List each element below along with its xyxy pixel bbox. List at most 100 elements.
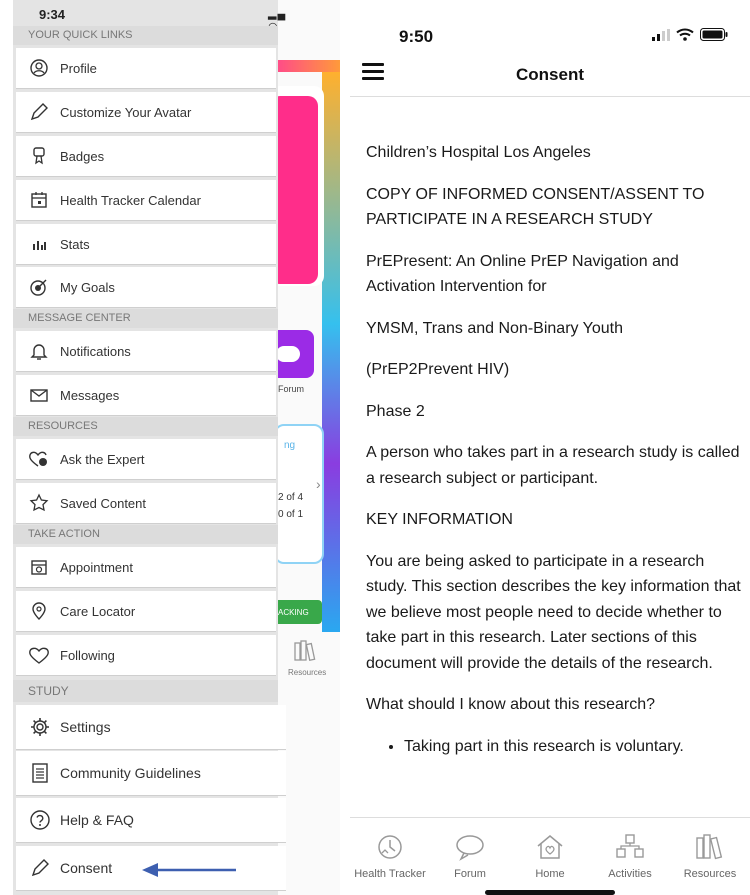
calendar-icon [28,189,50,211]
drawer-item-label: Community Guidelines [60,765,201,781]
drawer-item-label: Care Locator [60,603,136,619]
location-pin-icon [28,600,50,622]
drawer-item-label: Help & FAQ [60,812,134,828]
drawer-item-label: Badges [60,148,105,164]
drawer-item-messages[interactable]: Messages [16,375,276,415]
right-phone-screen: 9:50 Consent Children’s Hospital Los Ang… [350,0,750,895]
drawer-item-label: Ask the Expert [60,451,145,467]
books-icon[interactable] [294,640,318,667]
drawer-item-stats[interactable]: Stats [16,224,276,264]
status-time: 9:50 [399,27,434,46]
consent-document: Children’s Hospital Los Angeles COPY OF … [366,140,742,759]
profile-icon [28,57,50,79]
drawer-item-customize-avatar[interactable]: Customize Your Avatar [16,92,276,132]
section-header-message-center: MESSAGE CENTER [13,309,278,328]
battery-icon [700,28,728,41]
drawer-item-appointment[interactable]: Appointment [16,547,276,587]
drawer-item-settings[interactable]: Settings [16,705,286,749]
resources-peek-label: Resources [288,668,327,677]
drawer-item-care-locator[interactable]: Care Locator [16,591,276,631]
drawer-item-help-faq[interactable]: Help & FAQ [16,798,286,842]
drawer-item-health-tracker-calendar[interactable]: Health Tracker Calendar [16,180,276,220]
document-icon [28,761,52,785]
tab-health-tracker[interactable]: Health Tracker [350,832,430,880]
drawer-item-label: My Goals [60,279,115,295]
paragraph: Phase 2 [366,402,425,420]
drawer-item-label: Following [60,647,115,663]
drawer-item-notifications[interactable]: Notifications [16,331,276,371]
drawer-item-label: Settings [60,719,111,735]
bullet-list: Taking part in this research is voluntar… [404,734,742,760]
tab-activities[interactable]: Activities [590,832,670,880]
pink-card[interactable] [276,96,318,284]
arrow-left-icon [142,863,236,877]
left-phone-screen: Forum ng › 2 of 4 0 of 1 ACKING Resource… [0,0,340,895]
color-edge-strip [322,72,340,632]
wifi-icon [676,28,694,41]
drawer-item-label: Stats [60,236,90,252]
tab-resources[interactable]: Resources [670,832,750,880]
paragraph: Children’s Hospital Los Angeles [366,144,591,161]
status-time: 9:34 [39,7,66,22]
section-header-quick-links: YOUR QUICK LINKS [13,26,278,45]
list-item: Taking part in this research is voluntar… [404,734,742,760]
paragraph: PrEPresent: An Online PrEP Navigation an… [366,252,679,296]
gradient-strip [276,60,340,72]
drawer-item-following[interactable]: Following [16,635,276,675]
drawer-item-label: Notifications [60,343,131,359]
drawer-item-label: Saved Content [60,495,147,511]
pencil-icon [28,101,50,123]
status-icons [652,28,728,41]
tab-label: Health Tracker [354,868,426,880]
star-icon [28,492,50,514]
drawer-item-saved-content[interactable]: Saved Content [16,483,276,523]
drawer-item-label: Messages [60,387,120,403]
speech-bubble-icon [430,832,510,862]
drawer-item-label: Appointment [60,559,133,575]
paragraph: YMSM, Trans and Non-Binary Youth [366,319,624,337]
peek-fragment: ng [284,440,296,451]
heart-icon [28,644,50,666]
signal-icon: ▂▄ [268,8,287,20]
tab-label: Resources [683,868,737,880]
section-header-study: STUDY [13,680,278,702]
drawer-item-my-goals[interactable]: My Goals [16,267,276,307]
forum-tile[interactable] [276,330,314,378]
progress-text-1: 2 of 4 [278,492,304,503]
home-icon [510,832,590,862]
chevron-right-icon[interactable]: › [316,476,321,492]
tab-label: Activities [608,868,652,880]
bottom-tab-bar: Health Tracker Forum Home Activities Res… [350,817,750,895]
stats-icon [28,233,50,255]
paragraph: KEY INFORMATION [366,511,513,528]
question-icon [28,808,52,832]
tab-home[interactable]: Home [510,832,590,880]
pencil-icon [28,856,52,880]
target-icon [28,276,50,298]
drawer-item-label: Health Tracker Calendar [60,192,201,208]
home-indicator [485,890,615,895]
health-tracker-icon [350,832,430,862]
gear-icon [28,715,52,739]
paragraph: You are being asked to participate in a … [366,552,741,672]
paragraph: (PrEP2Prevent HIV) [366,361,510,378]
navigation-drawer: 9:34 ▂▄ ◠ ▭ YOUR QUICK LINKS Profile Cus… [13,0,286,895]
drawer-item-community-guidelines[interactable]: Community Guidelines [16,751,286,795]
envelope-icon [28,384,50,406]
drawer-item-profile[interactable]: Profile [16,48,276,88]
tracking-button[interactable]: ACKING [276,600,322,624]
navigation-bar: Consent [350,55,750,97]
section-header-resources: RESOURCES [13,417,278,436]
drawer-item-badges[interactable]: Badges [16,136,276,176]
tracking-label: ACKING [278,608,309,617]
drawer-item-ask-the-expert[interactable]: Ask the Expert [16,439,276,479]
tab-forum[interactable]: Forum [430,832,510,880]
section-header-take-action: TAKE ACTION [13,525,278,544]
tab-label: Forum [454,868,486,880]
speech-bubble-icon [276,346,300,362]
signal-icon [652,28,670,41]
paragraph: What should I know about this research? [366,696,656,713]
bell-icon [28,340,50,362]
drawer-item-label: Customize Your Avatar [60,104,192,120]
activities-icon [590,832,670,862]
